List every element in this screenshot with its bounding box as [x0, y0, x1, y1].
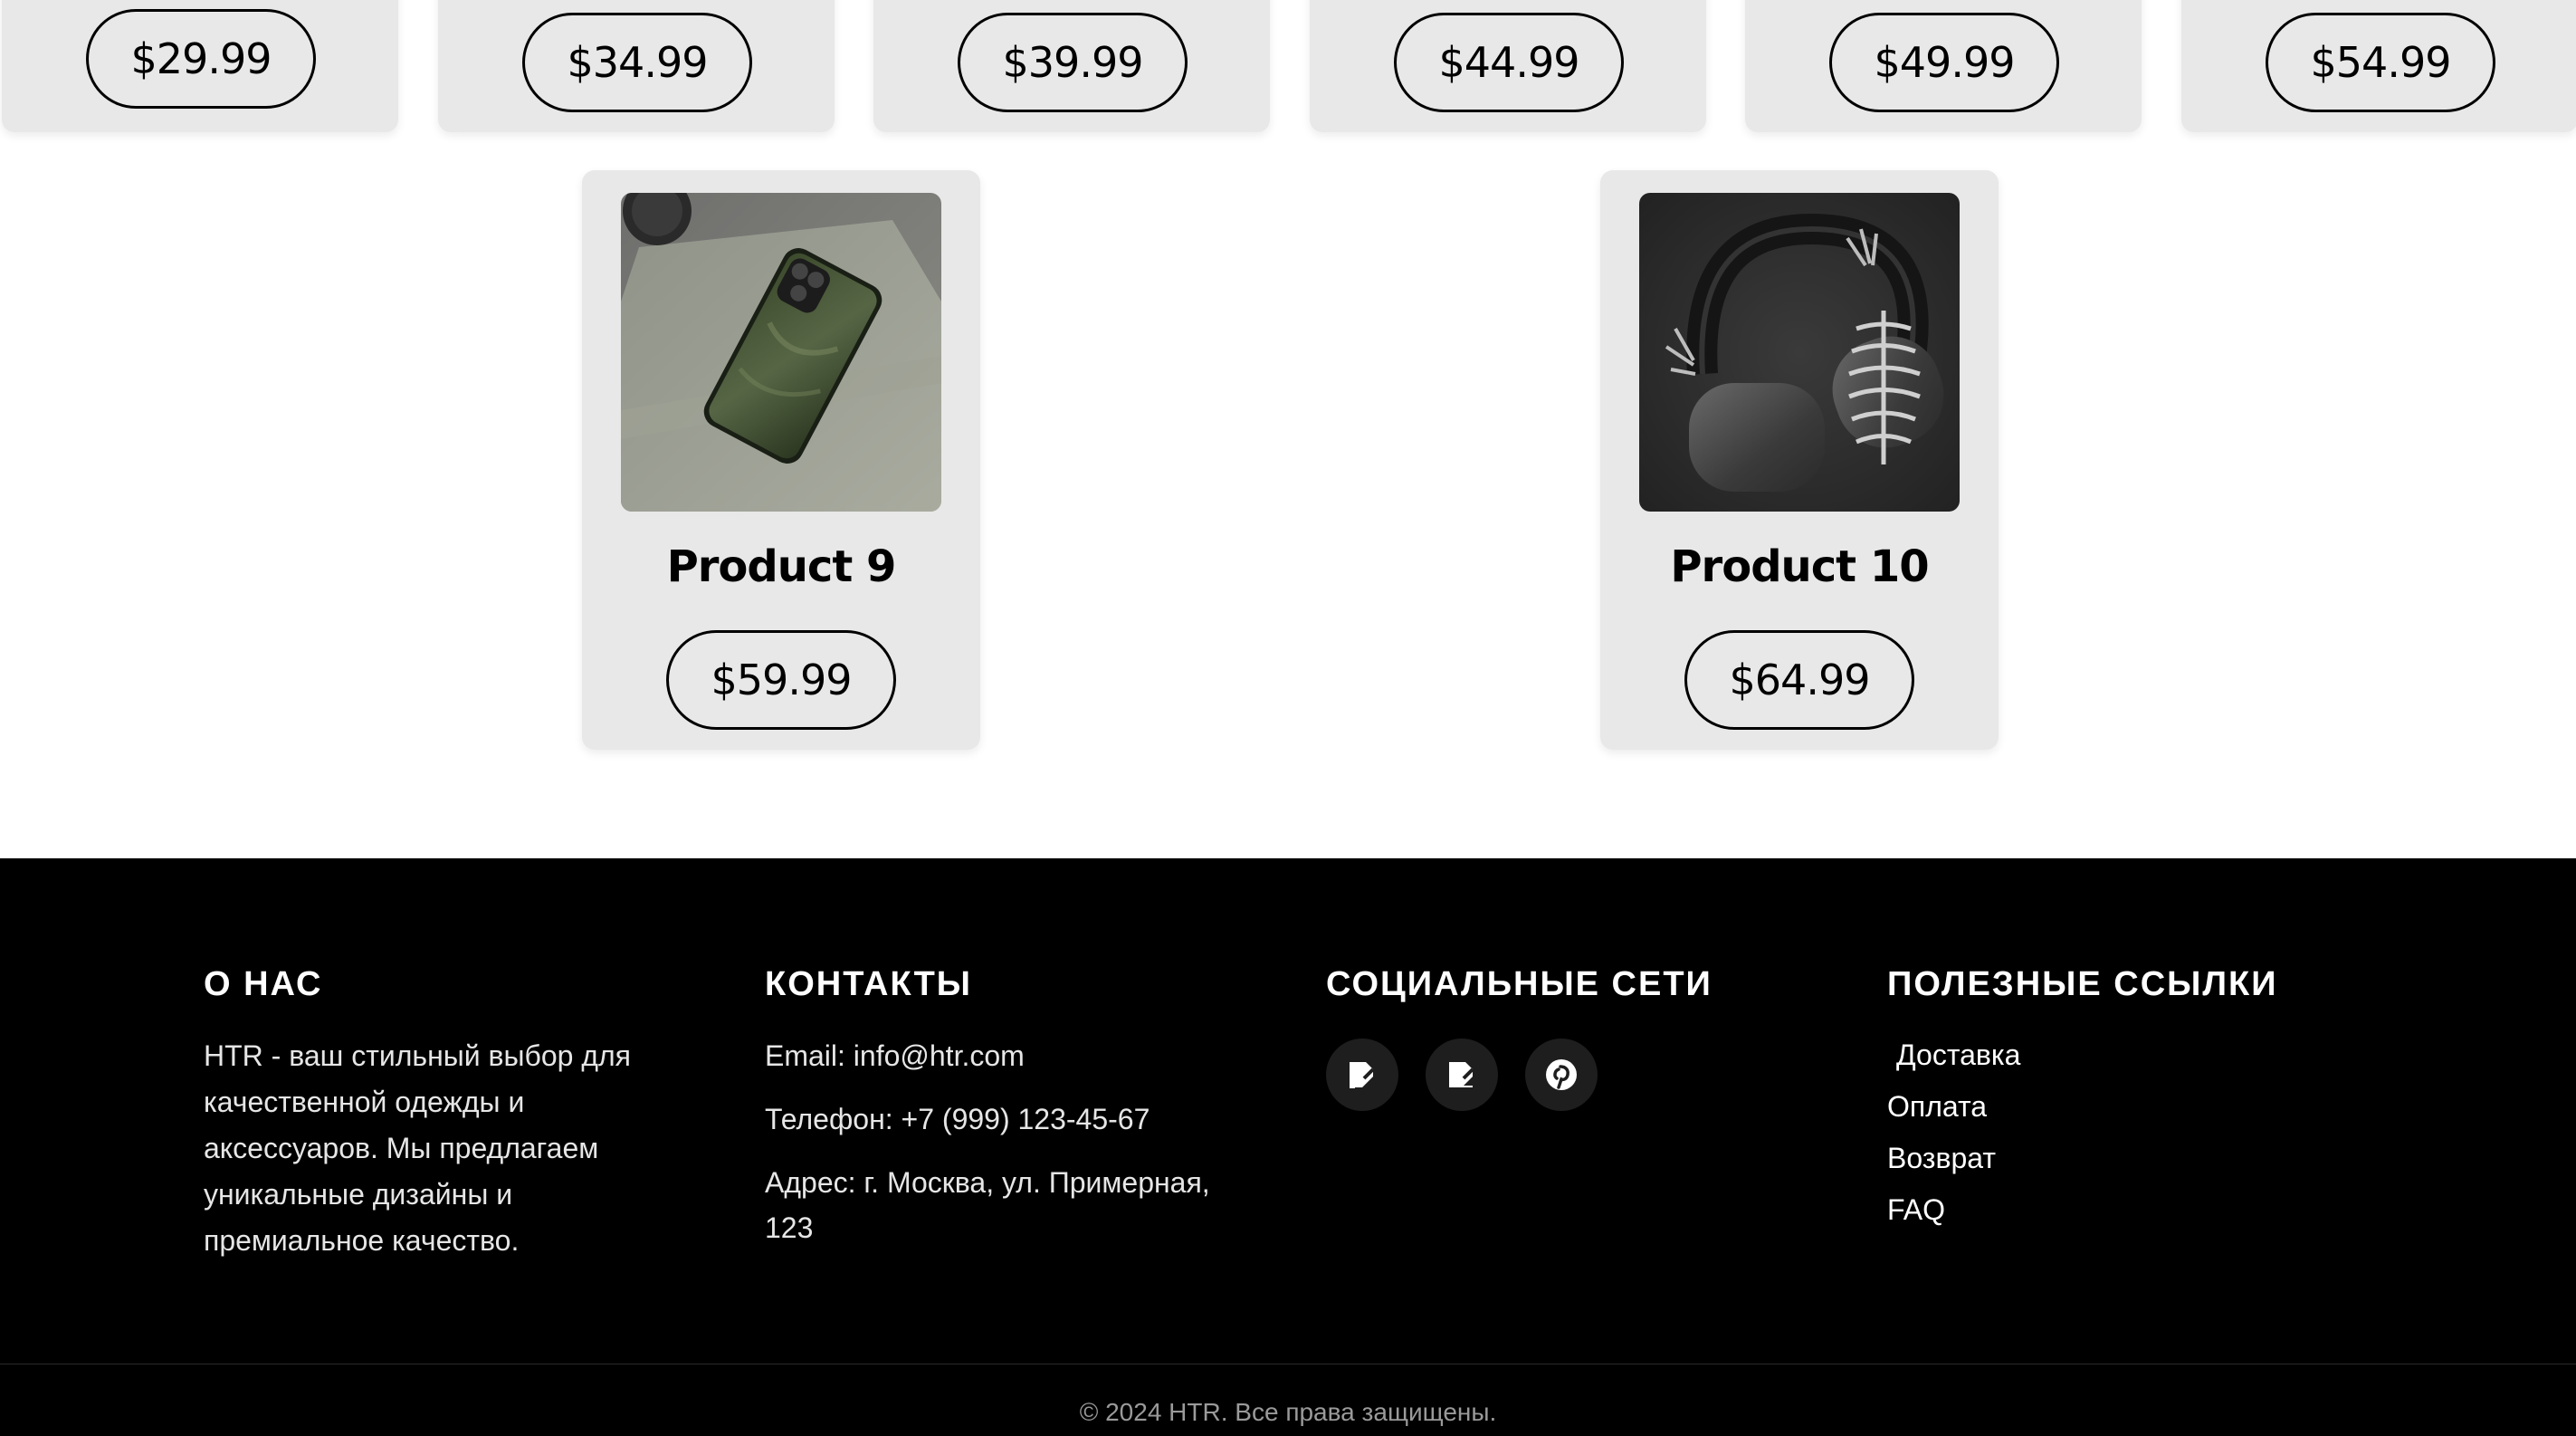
price-button[interactable]: $34.99 [522, 13, 752, 112]
link-faq[interactable]: FAQ [1887, 1184, 2278, 1236]
footer: О НАС HTR - ваш стильный выбор для качес… [0, 858, 2576, 1436]
product-image[interactable] [1639, 193, 1960, 512]
price-button[interactable]: $49.99 [1829, 13, 2059, 112]
vk-icon[interactable] [1326, 1039, 1398, 1111]
contact-email: Email: info@htr.com [765, 1039, 1025, 1072]
page: $29.99 $34.99 $39.99 $44.99 $49.99 $54.9… [0, 0, 2576, 1436]
phone-case-image [621, 193, 941, 512]
footer-links-list: Доставка Оплата Возврат FAQ [1887, 1029, 2278, 1236]
footer-social-title: СОЦИАЛЬНЫЕ СЕТИ [1326, 965, 1713, 1003]
social-icons [1326, 1039, 1713, 1111]
link-returns[interactable]: Возврат [1887, 1133, 2278, 1184]
product-image[interactable] [621, 193, 941, 512]
footer-links-title: ПОЛЕЗНЫЕ ССЫЛКИ [1887, 965, 2278, 1003]
product-card: $29.99 [2, 0, 398, 132]
product-card: $34.99 [438, 0, 835, 132]
product-card: $44.99 [1310, 0, 1706, 132]
price-button[interactable]: $44.99 [1394, 13, 1624, 112]
product-name[interactable]: Product 9 [582, 541, 980, 592]
product-card[interactable]: Product 9 $59.99 [582, 170, 980, 750]
price-button[interactable]: $39.99 [958, 13, 1188, 112]
pinterest-icon[interactable] [1525, 1039, 1598, 1111]
copyright: © 2024 HTR. Все права защищены. [1079, 1398, 1497, 1426]
product-card[interactable]: Product 10 $64.99 [1600, 170, 1999, 750]
footer-social: СОЦИАЛЬНЫЕ СЕТИ [1326, 965, 1713, 1111]
footer-about: О НАС HTR - ваш стильный выбор для качес… [204, 965, 656, 1264]
footer-contacts: КОНТАКТЫ Email: info@htr.com Телефон: +7… [765, 965, 1236, 1250]
price-button[interactable]: $29.99 [86, 9, 316, 109]
telegram-icon[interactable] [1426, 1039, 1498, 1111]
link-delivery[interactable]: Доставка [1887, 1029, 2278, 1081]
product-card: $39.99 [873, 0, 1270, 132]
price-button[interactable]: $59.99 [666, 630, 896, 730]
headphones-image [1639, 193, 1960, 512]
footer-links: ПОЛЕЗНЫЕ ССЫЛКИ Доставка Оплата Возврат … [1887, 965, 2278, 1236]
contact-address: Адрес: г. Москва, ул. Примерная, 123 [765, 1166, 1210, 1244]
footer-about-text: HTR - ваш стильный выбор для качественно… [204, 1039, 631, 1257]
footer-about-title: О НАС [204, 965, 323, 1003]
price-button[interactable]: $64.99 [1684, 630, 1914, 730]
link-payment[interactable]: Оплата [1887, 1081, 2278, 1133]
product-name[interactable]: Product 10 [1600, 541, 1999, 592]
contact-phone: Телефон: +7 (999) 123-45-67 [765, 1103, 1150, 1135]
footer-contacts-title: КОНТАКТЫ [765, 965, 973, 1003]
product-card: $49.99 [1745, 0, 2142, 132]
price-button[interactable]: $54.99 [2266, 13, 2495, 112]
product-card: $54.99 [2181, 0, 2576, 132]
